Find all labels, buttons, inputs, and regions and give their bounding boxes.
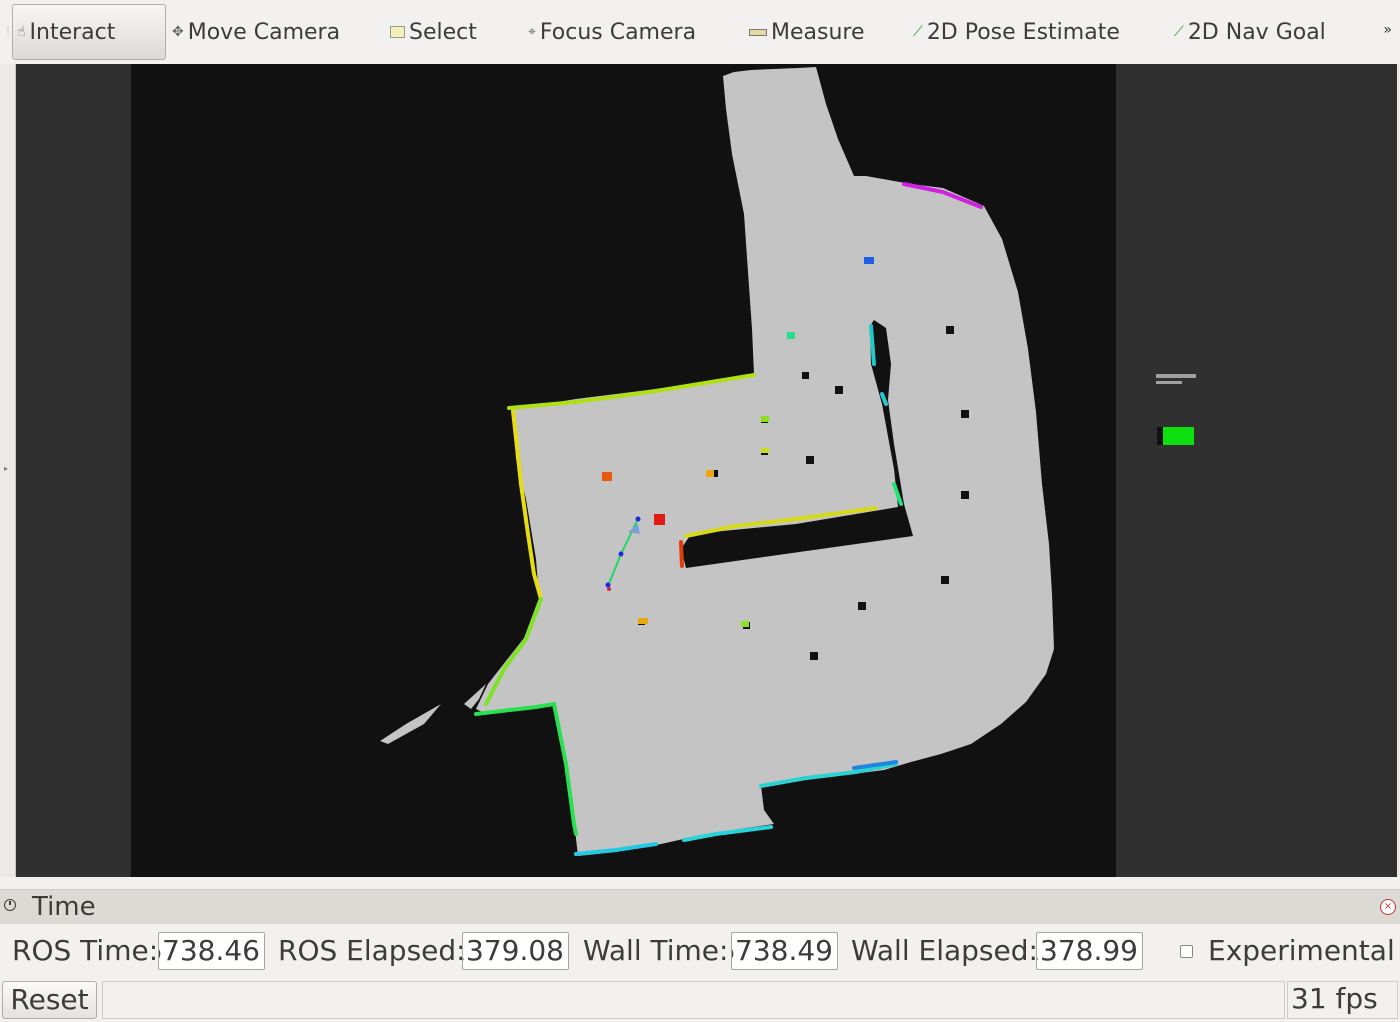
clock-icon	[4, 899, 16, 911]
2d-pose-estimate-tool-label: 2D Pose Estimate	[926, 19, 1120, 45]
2d-nav-goal-tool-label: 2D Nav Goal	[1187, 19, 1326, 45]
focus-camera-icon: ⌖	[528, 24, 536, 40]
green-arrow-icon: ⟋	[1174, 24, 1184, 40]
measure-tool-button[interactable]: Measure	[749, 4, 865, 60]
move-camera-tool-label: Move Camera	[187, 19, 341, 45]
time-panel-title: Time	[32, 892, 96, 922]
status-message-area	[102, 981, 1285, 1019]
reset-button[interactable]: Reset	[2, 981, 97, 1019]
focus-camera-tool-label: Focus Camera	[539, 19, 697, 45]
wall-elapsed-label: Wall Elapsed:	[851, 933, 1038, 967]
tool-toolbar: ⋮ ☝ Interact ✥ Move Camera Select ⌖ Focu…	[0, 0, 1400, 64]
select-tool-button[interactable]: Select	[390, 4, 477, 60]
time-panel-titlebar[interactable]: Time ×	[0, 890, 1400, 924]
ros-time-field[interactable]: 16738.46	[158, 932, 265, 970]
ros-time-label: ROS Time:	[12, 933, 159, 967]
experimental-checkbox[interactable]	[1180, 945, 1193, 958]
2d-pose-estimate-tool-button[interactable]: ⟋ 2D Pose Estimate	[913, 4, 1120, 60]
toolbar-overflow-icon[interactable]: »	[1383, 22, 1392, 38]
interact-tool-label: Interact	[29, 19, 116, 45]
select-box-icon	[390, 26, 405, 38]
green-arrow-icon: ⟋	[913, 24, 923, 40]
move-camera-tool-button[interactable]: ✥ Move Camera	[172, 4, 340, 60]
status-bar: Reset 31 fps	[0, 979, 1400, 1022]
expand-left-icon[interactable]: ▸	[4, 464, 8, 473]
render-viewport[interactable]	[16, 64, 1397, 877]
experimental-label: Experimental	[1208, 933, 1395, 967]
wall-time-label: Wall Time:	[583, 933, 729, 967]
focus-camera-tool-button[interactable]: ⌖ Focus Camera	[528, 4, 696, 60]
left-panel-splitter[interactable]: ▸	[0, 64, 16, 877]
wall-elapsed-field[interactable]: 1378.99	[1036, 932, 1143, 970]
ruler-icon	[749, 28, 767, 36]
occupancy-map	[131, 64, 1196, 877]
ros-elapsed-label: ROS Elapsed:	[278, 933, 466, 967]
move-camera-icon: ✥	[172, 24, 184, 40]
2d-nav-goal-tool-button[interactable]: ⟋ 2D Nav Goal	[1174, 4, 1326, 60]
interact-tool-button[interactable]: ☝ Interact	[12, 4, 166, 60]
close-panel-icon[interactable]: ×	[1380, 899, 1396, 915]
hand-pointer-icon: ☝	[17, 24, 26, 40]
viewport-overlay-text	[1156, 374, 1196, 445]
ros-elapsed-field[interactable]: 1379.08	[462, 932, 569, 970]
time-panel: Time × ROS Time: 16738.46 ROS Elapsed: 1…	[0, 889, 1400, 979]
wall-time-field[interactable]: 16738.49	[731, 932, 838, 970]
fps-indicator: 31 fps	[1287, 981, 1398, 1019]
select-tool-label: Select	[409, 19, 477, 45]
measure-tool-label: Measure	[771, 19, 865, 45]
